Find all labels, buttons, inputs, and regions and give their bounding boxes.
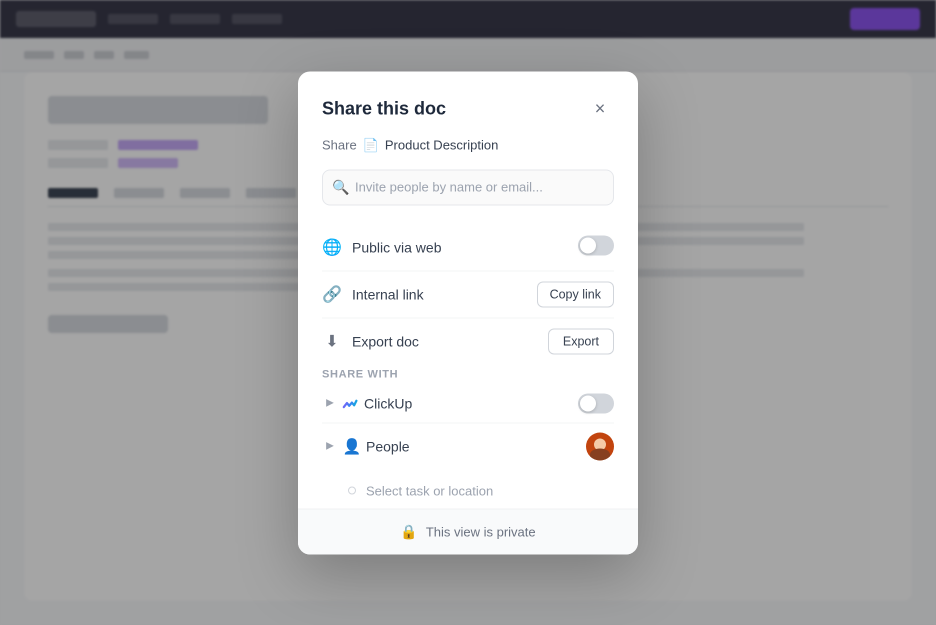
public-via-web-label: Public via web [352,240,568,256]
document-icon: 📄 [363,137,379,153]
invite-search-container: 🔍 [322,169,614,205]
footer-text: This view is private [426,524,536,539]
modal-title: Share this doc [322,99,446,120]
close-icon: × [595,99,606,120]
public-via-web-toggle[interactable] [578,235,614,255]
clickup-toggle[interactable] [578,393,614,413]
close-button[interactable]: × [586,95,614,123]
modal-body: Share this doc × Share 📄 Product Descrip… [298,71,638,508]
globe-icon: 🌐 [322,238,342,258]
select-task-label: Select task or location [366,483,493,498]
internal-link-row: 🔗 Internal link Copy link [322,271,614,318]
modal-header: Share this doc × [322,95,614,123]
internal-link-action: Copy link [537,281,614,307]
internal-link-label: Internal link [352,286,527,302]
export-icon: ⬇ [322,331,342,351]
share-options-section: 🌐 Public via web 🔗 Internal link Copy li… [322,225,614,364]
modal-footer: 🔒 This view is private [298,508,638,554]
export-doc-action: Export [548,328,614,354]
export-doc-row: ⬇ Export doc Export [322,318,614,364]
subtitle-prefix: Share [322,138,357,153]
people-icon: 👤 [342,436,362,456]
invite-search-input[interactable] [322,169,614,205]
select-task-row[interactable]: Select task or location [322,473,614,508]
clickup-label: ClickUp [364,395,574,411]
task-dot-icon [348,487,356,495]
people-chevron[interactable]: ▶ [322,438,338,454]
clickup-logo-icon [342,394,360,412]
share-with-label: SHARE WITH [322,368,614,380]
public-via-web-row: 🌐 Public via web [322,225,614,271]
share-with-section: SHARE WITH ▶ ClickUp [322,368,614,469]
people-row: ▶ 👤 People [322,423,614,469]
user-avatar [586,432,614,460]
clickup-row: ▶ ClickUp [322,384,614,423]
share-modal: Share this doc × Share 📄 Product Descrip… [298,71,638,554]
export-button[interactable]: Export [548,328,614,354]
copy-link-button[interactable]: Copy link [537,281,614,307]
link-icon: 🔗 [322,284,342,304]
clickup-chevron[interactable]: ▶ [322,395,338,411]
share-subtitle: Share 📄 Product Description [322,137,614,153]
search-icon: 🔍 [332,179,349,196]
public-via-web-toggle-container [578,235,614,260]
doc-name: Product Description [385,138,498,153]
people-label: People [366,438,582,454]
export-doc-label: Export doc [352,333,538,349]
lock-icon: 🔒 [400,523,417,540]
